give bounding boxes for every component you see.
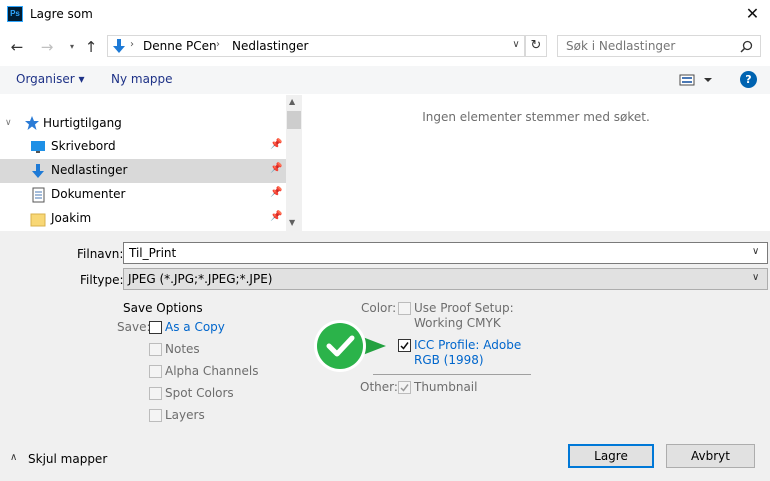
cancel-button[interactable]: Avbryt	[666, 444, 755, 468]
as-a-copy-label[interactable]: As a Copy	[165, 320, 225, 334]
checkmark-icon	[400, 384, 409, 392]
notes-label: Notes	[165, 342, 200, 356]
chevron-down-icon[interactable]: ∨	[752, 246, 759, 257]
nav-item-desktop[interactable]: Skrivebord 📌	[0, 135, 286, 159]
nav-item-downloads[interactable]: Nedlastinger 📌	[0, 159, 286, 183]
nav-item-joakim[interactable]: Joakim 📌	[0, 207, 286, 231]
download-location-icon	[113, 39, 125, 53]
filename-field[interactable]: ∨	[123, 242, 768, 264]
search-icon	[740, 40, 753, 53]
empty-results-message: Ingen elementer stemmer med søket.	[422, 110, 650, 124]
photoshop-app-icon: Ps	[7, 6, 23, 22]
chevron-up-icon[interactable]: ∧	[10, 452, 17, 463]
back-button[interactable]: ←	[7, 38, 27, 56]
nav-item-label: Dokumenter	[51, 187, 126, 201]
checkmark-icon	[400, 342, 409, 350]
up-button[interactable]: ↑	[81, 38, 101, 56]
expand-chevron-icon[interactable]: ∨	[5, 118, 12, 128]
pin-icon: 📌	[270, 187, 283, 198]
spot-colors-checkbox[interactable]	[149, 387, 162, 400]
forward-button[interactable]: →	[37, 38, 57, 56]
chevron-down-icon: ∨	[752, 272, 760, 283]
as-a-copy-checkbox[interactable]	[149, 321, 162, 334]
address-dropdown-button[interactable]: ∨	[507, 35, 525, 57]
breadcrumb-item-downloads[interactable]: Nedlastinger	[232, 39, 309, 53]
quick-access-header[interactable]: Hurtigtilgang	[43, 116, 122, 130]
other-label: Other:	[360, 380, 398, 394]
desktop-icon	[31, 141, 45, 153]
filename-label: Filnavn:	[77, 247, 124, 261]
alpha-channels-checkbox[interactable]	[149, 365, 162, 378]
recent-locations-button[interactable]: ▾	[62, 38, 82, 56]
view-icon	[679, 74, 712, 86]
close-button[interactable]: ✕	[735, 0, 770, 30]
star-icon	[25, 116, 39, 130]
working-cmyk-label: Working CMYK	[414, 316, 501, 330]
save-button[interactable]: Lagre	[568, 444, 654, 468]
folder-icon	[30, 213, 46, 227]
color-label: Color:	[361, 301, 397, 315]
save-label: Save:	[117, 320, 151, 334]
help-button[interactable]: ?	[740, 71, 757, 88]
spot-colors-label: Spot Colors	[165, 386, 234, 400]
alpha-channels-label: Alpha Channels	[165, 364, 259, 378]
use-proof-setup-checkbox[interactable]	[398, 302, 411, 315]
filetype-label: Filtype:	[80, 273, 124, 287]
scroll-down-icon[interactable]: ▼	[289, 218, 295, 227]
options-divider	[373, 374, 531, 375]
window-title: Lagre som	[30, 7, 93, 21]
breadcrumb-separator: ›	[216, 39, 220, 50]
pin-icon: 📌	[270, 211, 283, 222]
use-proof-setup-label: Use Proof Setup:	[414, 301, 514, 315]
save-options-title: Save Options	[123, 301, 203, 315]
documents-icon	[32, 187, 45, 203]
search-box[interactable]	[557, 35, 761, 57]
filetype-select[interactable]: JPEG (*.JPG;*.JPEG;*.JPE) ∨	[123, 268, 768, 290]
icc-profile-checkbox[interactable]	[398, 339, 411, 352]
green-checkmark-callout-icon	[314, 320, 386, 372]
download-icon	[32, 164, 44, 178]
icc-profile-name: RGB (1998)	[414, 353, 484, 367]
scrollbar-thumb[interactable]	[287, 111, 301, 129]
nav-item-label: Joakim	[51, 211, 92, 225]
icc-profile-label[interactable]: ICC Profile: Adobe	[414, 338, 521, 352]
thumbnail-checkbox[interactable]	[398, 381, 411, 394]
notes-checkbox[interactable]	[149, 343, 162, 356]
new-folder-button[interactable]: Ny mappe	[111, 72, 173, 86]
nav-item-label: Nedlastinger	[51, 163, 128, 177]
breadcrumb-item-this-pc[interactable]: Denne PCen	[143, 39, 217, 53]
nav-item-documents[interactable]: Dokumenter 📌	[0, 183, 286, 207]
search-input[interactable]	[566, 39, 736, 53]
breadcrumb-separator: ›	[130, 39, 134, 50]
hide-folders-button[interactable]: Skjul mapper	[28, 452, 107, 466]
refresh-button[interactable]: ↻	[525, 35, 547, 57]
pin-icon: 📌	[270, 139, 283, 150]
view-options-button[interactable]	[679, 73, 719, 90]
organize-button[interactable]: Organiser ▾	[16, 72, 84, 86]
filename-input[interactable]	[129, 246, 729, 260]
nav-item-label: Skrivebord	[51, 139, 116, 153]
scroll-up-icon[interactable]: ▲	[289, 97, 295, 106]
title-bar	[0, 0, 770, 30]
address-bar[interactable]: › Denne PCen › Nedlastinger	[107, 35, 525, 57]
layers-label: Layers	[165, 408, 205, 422]
filetype-value: JPEG (*.JPG;*.JPEG;*.JPE)	[128, 272, 273, 286]
layers-checkbox[interactable]	[149, 409, 162, 422]
pin-icon: 📌	[270, 163, 283, 174]
thumbnail-label: Thumbnail	[414, 380, 478, 394]
